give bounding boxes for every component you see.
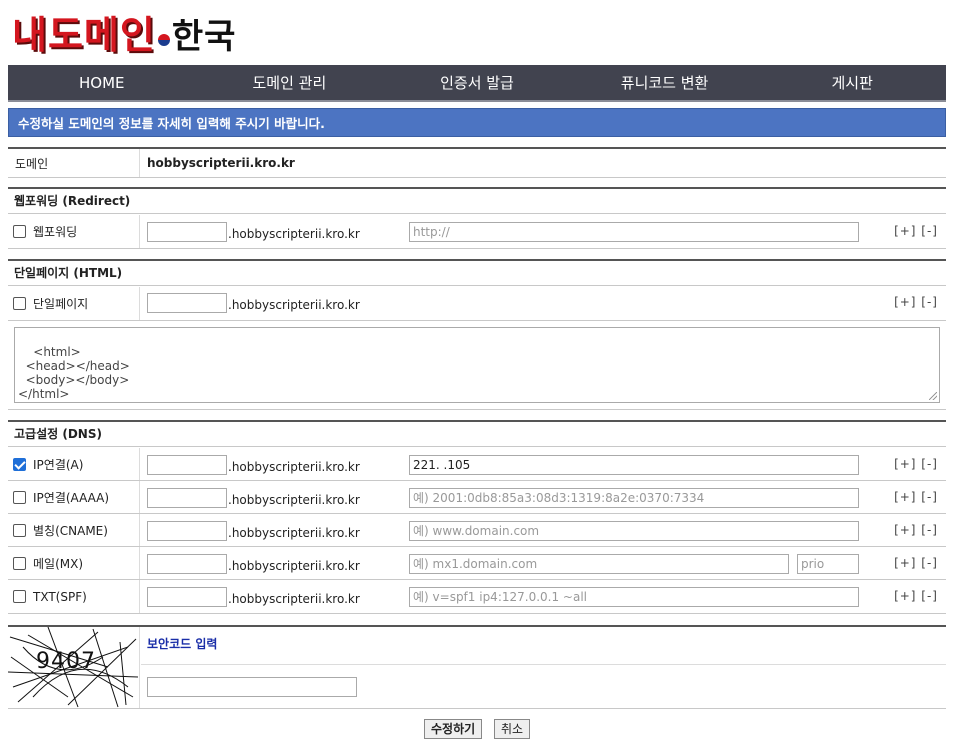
html-add-remove[interactable]: [+] [-] <box>894 292 938 312</box>
html-content-row: <html> <head></head> <body></body> </htm… <box>8 321 946 410</box>
redirect-section-title: 웹포워딩 (Redirect) <box>8 187 946 214</box>
captcha-input[interactable] <box>147 677 357 697</box>
html-row: 단일페이지 .hobbyscripterii.kro.kr [+] [-] <box>8 287 946 321</box>
dns-mx-subdomain-input[interactable] <box>147 554 227 574</box>
dns-mx-value-input[interactable]: 예) mx1.domain.com <box>409 554 789 574</box>
dns-a-domain-suffix: .hobbyscripterii.kro.kr <box>228 460 360 474</box>
redirect-label: 웹포워딩 <box>33 225 78 239</box>
dns-mx-add-remove[interactable]: [+] [-] <box>894 553 938 573</box>
captcha-image: 9407 <box>7 626 140 708</box>
dns-cname-value-input[interactable]: 예) www.domain.com <box>409 521 859 541</box>
dns-mx-prio-input[interactable]: prio <box>797 554 859 574</box>
redirect-add-remove[interactable]: [+] [-] <box>894 221 938 241</box>
dns-row-aaaa: IP연결(AAAA) .hobbyscripterii.kro.kr 예) 20… <box>8 481 946 514</box>
dns-a-checkbox[interactable] <box>13 457 26 471</box>
html-domain-suffix: .hobbyscripterii.kro.kr <box>228 298 360 312</box>
captcha-divider <box>141 664 946 665</box>
domain-value: hobbyscripterii.kro.kr <box>147 156 295 170</box>
logo-main-text: 내도메인 <box>12 13 156 57</box>
html-label: 단일페이지 <box>33 297 89 311</box>
dns-a-value-input[interactable]: 221. .105 <box>409 455 859 475</box>
dns-aaaa-subdomain-input[interactable] <box>147 488 227 508</box>
dns-row-cname: 별칭(CNAME) .hobbyscripterii.kro.kr 예) www… <box>8 514 946 547</box>
dns-txt-label-cell: TXT(SPF) <box>8 580 140 613</box>
nav-board[interactable]: 게시판 <box>758 65 946 100</box>
html-checkbox[interactable] <box>13 297 26 310</box>
dns-aaaa-label-cell: IP연결(AAAA) <box>8 481 140 513</box>
captcha-code: 9407 <box>36 649 96 674</box>
dns-aaaa-checkbox[interactable] <box>13 490 26 504</box>
dns-txt-add-remove[interactable]: [+] [-] <box>894 586 938 606</box>
dns-aaaa-value-input[interactable]: 예) 2001:0db8:85a3:08d3:1319:8a2e:0370:73… <box>409 488 859 508</box>
dns-cname-subdomain-input[interactable] <box>147 521 227 541</box>
domain-row: 도메인 hobbyscripterii.kro.kr <box>8 147 946 178</box>
captcha-row: 9407 보안코드 입력 <box>7 625 946 709</box>
dns-a-label: IP연결(A) <box>33 457 84 472</box>
redirect-domain-suffix: .hobbyscripterii.kro.kr <box>228 227 360 241</box>
dns-cname-label-cell: 별칭(CNAME) <box>8 514 140 546</box>
logo-dot-icon <box>157 34 170 46</box>
html-subdomain-input[interactable] <box>147 293 227 313</box>
dns-txt-subdomain-input[interactable] <box>147 587 227 607</box>
redirect-label-cell: 웹포워딩 <box>8 215 140 248</box>
dns-a-subdomain-input[interactable] <box>147 455 227 475</box>
nav-certificate[interactable]: 인증서 발급 <box>383 65 571 100</box>
dns-txt-domain-suffix: .hobbyscripterii.kro.kr <box>228 592 360 606</box>
nav-punycode[interactable]: 퓨니코드 변환 <box>571 65 759 100</box>
site-logo[interactable]: 내도메인 한국 <box>12 10 262 60</box>
dns-a-add-remove[interactable]: [+] [-] <box>894 454 938 474</box>
submit-button[interactable]: 수정하기 <box>424 719 483 739</box>
dns-cname-add-remove[interactable]: [+] [-] <box>894 520 938 540</box>
resize-grip-icon[interactable] <box>929 392 937 400</box>
dns-row-txt: TXT(SPF) .hobbyscripterii.kro.kr 예) v=sp… <box>8 580 946 614</box>
nav-domain-manage[interactable]: 도메인 관리 <box>196 65 384 100</box>
main-nav: HOME 도메인 관리 인증서 발급 퓨니코드 변환 게시판 <box>8 65 946 102</box>
dns-aaaa-domain-suffix: .hobbyscripterii.kro.kr <box>228 493 360 507</box>
dns-mx-label-cell: 메일(MX) <box>8 547 140 579</box>
html-label-cell: 단일페이지 <box>8 287 140 320</box>
dns-a-label-cell: IP연결(A) <box>8 448 140 480</box>
redirect-subdomain-input[interactable] <box>147 222 227 242</box>
captcha-title: 보안코드 입력 <box>147 637 218 651</box>
domain-label: 도메인 <box>8 149 140 177</box>
notice-banner: 수정하실 도메인의 정보를 자세히 입력해 주시기 바랍니다. <box>8 108 946 137</box>
dns-mx-label: 메일(MX) <box>33 556 84 571</box>
redirect-url-input[interactable]: http:// <box>409 222 859 242</box>
dns-cname-label: 별칭(CNAME) <box>33 523 108 538</box>
logo-suffix-text: 한국 <box>171 17 237 57</box>
dns-aaaa-add-remove[interactable]: [+] [-] <box>894 487 938 507</box>
dns-row-mx: 메일(MX) .hobbyscripterii.kro.kr 예) mx1.do… <box>8 547 946 580</box>
html-section-title: 단일페이지 (HTML) <box>8 259 946 286</box>
dns-mx-checkbox[interactable] <box>13 556 26 570</box>
cancel-button[interactable]: 취소 <box>494 719 531 739</box>
dns-cname-checkbox[interactable] <box>13 523 26 537</box>
html-content-textarea[interactable]: <html> <head></head> <body></body> </htm… <box>14 327 940 403</box>
nav-home[interactable]: HOME <box>8 65 196 100</box>
redirect-row: 웹포워딩 .hobbyscripterii.kro.kr http:// [+]… <box>8 215 946 249</box>
redirect-checkbox[interactable] <box>13 225 26 238</box>
dns-aaaa-label: IP연결(AAAA) <box>33 490 110 505</box>
dns-mx-domain-suffix: .hobbyscripterii.kro.kr <box>228 559 360 573</box>
dns-row-a: IP연결(A) .hobbyscripterii.kro.kr 221. .10… <box>8 448 946 481</box>
dns-txt-checkbox[interactable] <box>13 590 26 603</box>
dns-txt-value-input[interactable]: 예) v=spf1 ip4:127.0.0.1 ~all <box>409 587 859 607</box>
dns-txt-label: TXT(SPF) <box>33 589 87 604</box>
dns-section-title: 고급설정 (DNS) <box>8 420 946 447</box>
dns-cname-domain-suffix: .hobbyscripterii.kro.kr <box>228 526 360 540</box>
